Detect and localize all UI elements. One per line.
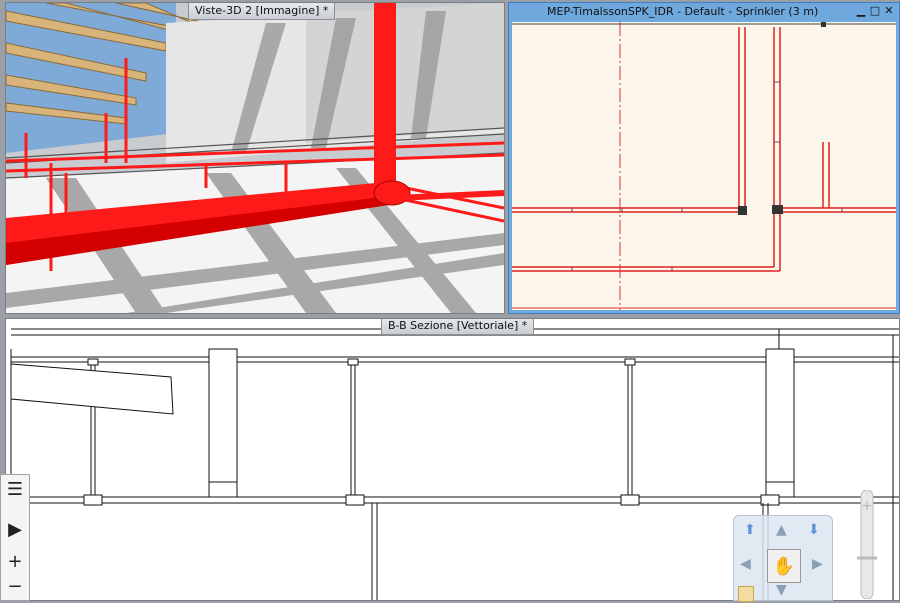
pan-left-icon[interactable]: ◀	[740, 556, 751, 572]
plan-title-bar[interactable]: MEP-TimalssonSPK_IDR - Default - Sprinkl…	[509, 3, 899, 21]
zoom-out-icon[interactable]: −	[1, 572, 29, 600]
zoom-in-icon[interactable]: +	[1, 547, 29, 575]
zoom-slider[interactable]: +	[855, 489, 879, 600]
view-3d-panel[interactable]: Viste-3D 2 [Immagine] *	[5, 2, 505, 314]
pan-right-icon[interactable]: ▶	[812, 556, 823, 572]
section-view-tab[interactable]: B-B Sezione [Vettoriale] *	[381, 319, 535, 335]
pan-down-icon[interactable]: ▼	[776, 582, 787, 598]
list-icon[interactable]: ☰	[1, 475, 29, 503]
pan-up-icon[interactable]: ▲	[776, 522, 787, 538]
pan-hand-icon[interactable]: ✋	[767, 549, 801, 583]
play-icon[interactable]: ▶	[1, 515, 29, 543]
view-navigation-toolbar: ☰ ▶ + −	[0, 474, 30, 601]
close-icon[interactable]: ✕	[882, 4, 896, 18]
arrow-up-icon[interactable]: ⬆	[744, 522, 756, 538]
maximize-icon[interactable]: □	[868, 4, 882, 18]
view-3d-canvas[interactable]	[6, 3, 504, 313]
steering-wheel-widget[interactable]: ⬆ ▲ ⬇ ◀ ▶ ✋ ▼	[733, 515, 833, 602]
minimize-icon[interactable]: ▁	[854, 4, 868, 18]
arrow-down-icon[interactable]: ⬇	[808, 522, 820, 538]
plan-view-panel[interactable]: MEP-TimalssonSPK_IDR - Default - Sprinkl…	[508, 2, 900, 314]
view-cube-icon[interactable]	[738, 586, 754, 602]
plan-window-title: MEP-TimalssonSPK_IDR - Default - Sprinkl…	[547, 5, 819, 18]
svg-text:+: +	[861, 498, 873, 514]
view-3d-tab[interactable]: Viste-3D 2 [Immagine] *	[188, 3, 336, 20]
plan-canvas[interactable]	[512, 22, 896, 310]
